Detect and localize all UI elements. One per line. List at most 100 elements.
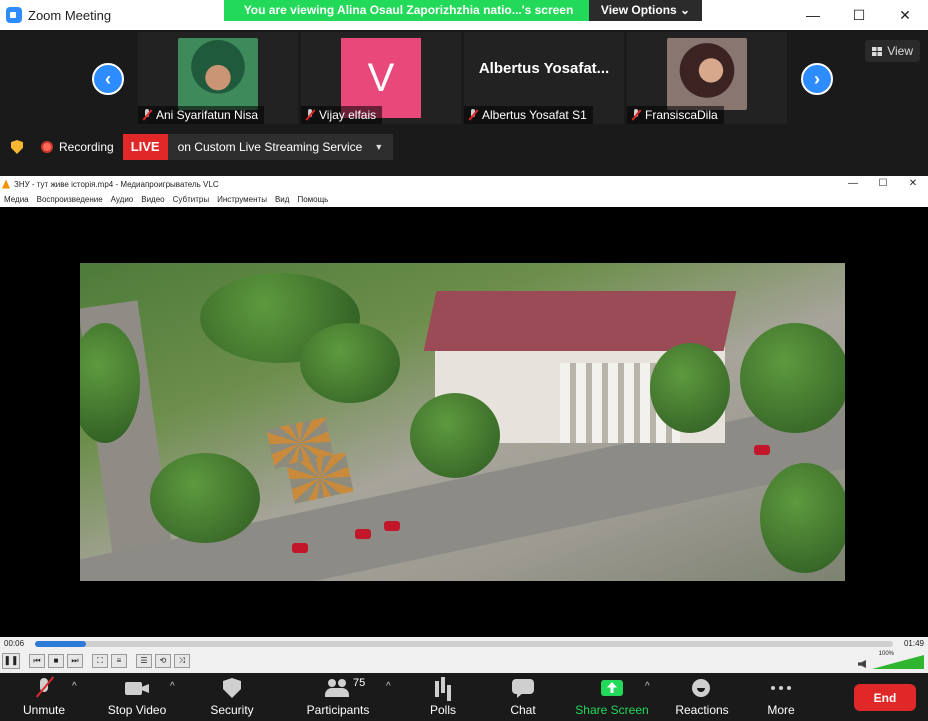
view-label: View [887, 44, 913, 58]
polls-button[interactable]: Polls [418, 675, 468, 719]
tree [740, 323, 845, 433]
vlc-title-bar: ЗНУ - тут живе історія.mp4 - Медиапроигр… [0, 176, 928, 192]
share-screen-label: Share Screen [575, 703, 649, 717]
vlc-close-button[interactable]: ✕ [898, 176, 928, 192]
participants-button[interactable]: 75 Participants [302, 675, 374, 719]
volume-control[interactable]: 100% [858, 651, 924, 671]
elapsed-time: 00:06 [4, 639, 25, 648]
loop-button[interactable]: ⟲ [155, 654, 171, 668]
participant-tile[interactable]: V Vijay elfais [301, 32, 461, 124]
video-options-caret-icon[interactable]: ^ [170, 681, 175, 692]
participant-name: Vijay elfais [319, 108, 377, 122]
car [754, 445, 770, 455]
view-button[interactable]: View [865, 40, 920, 62]
next-button[interactable]: ⏭ [67, 654, 83, 668]
pause-button[interactable]: ❚❚ [2, 653, 20, 669]
vlc-menu-bar: Медиа Воспроизведение Аудио Видео Субтит… [0, 192, 928, 207]
share-screen-icon [598, 677, 626, 699]
live-badge: LIVE [122, 134, 168, 160]
participant-name-bar: FransiscaDila [627, 106, 724, 124]
speaker-icon[interactable] [858, 660, 866, 668]
participant-name-bar: Albertus Yosafat S1 [464, 106, 593, 124]
microphone-muted-icon [468, 109, 478, 121]
caret-down-icon: ▼ [374, 142, 384, 152]
unmute-label: Unmute [22, 703, 66, 717]
vlc-minimize-button[interactable]: — [838, 176, 868, 192]
recording-label[interactable]: Recording [59, 140, 114, 154]
extended-settings-button[interactable]: ≡ [111, 654, 127, 668]
vlc-menu-item[interactable]: Инструменты [213, 195, 271, 204]
fullscreen-button[interactable]: ⛶ [92, 654, 108, 668]
car [384, 521, 400, 531]
volume-slider[interactable] [872, 655, 924, 669]
playlist-button[interactable]: ☰ [136, 654, 152, 668]
zoom-meeting-window: Zoom Meeting You are viewing Alina Osaul… [0, 0, 928, 721]
seek-bar-fill [35, 641, 87, 647]
shared-screen-vlc-window: ЗНУ - тут живе історія.mp4 - Медиапроигр… [0, 176, 928, 673]
microphone-muted-icon [631, 109, 641, 121]
microphone-muted-icon [30, 677, 58, 699]
reactions-button[interactable]: Reactions [672, 675, 732, 719]
minimize-button[interactable]: — [790, 0, 836, 30]
shield-icon [218, 677, 246, 699]
vlc-restore-button[interactable]: ☐ [868, 176, 898, 192]
screen-share-banner: You are viewing Alina Osaul Zaporizhzhia… [224, 0, 702, 21]
vlc-menu-item[interactable]: Помощь [293, 195, 332, 204]
vlc-menu-item[interactable]: Видео [137, 195, 168, 204]
title-bar: Zoom Meeting You are viewing Alina Osaul… [0, 0, 928, 30]
vlc-window-controls: — ☐ ✕ [838, 176, 928, 192]
close-button[interactable]: ✕ [882, 0, 928, 30]
participant-count: 75 [353, 677, 366, 689]
vlc-menu-item[interactable]: Вид [271, 195, 293, 204]
participant-display-name: Albertus Yosafat... [478, 60, 610, 77]
maximize-button[interactable]: ☐ [836, 0, 882, 30]
streaming-service-dropdown[interactable]: on Custom Live Streaming Service ▼ [167, 134, 394, 160]
polls-label: Polls [429, 703, 456, 717]
previous-page-button[interactable]: ‹ [92, 63, 124, 95]
recording-dot-icon [41, 141, 53, 153]
participant-tile[interactable]: Albertus Yosafat... Albertus Yosafat S1 [464, 32, 624, 124]
reactions-icon [688, 677, 716, 699]
tree [300, 323, 400, 403]
unmute-button[interactable]: Unmute [14, 675, 74, 719]
security-shield-icon[interactable] [11, 140, 23, 154]
vlc-video-area[interactable] [0, 207, 928, 637]
shuffle-button[interactable]: ⤨ [174, 654, 190, 668]
vlc-cone-icon [2, 179, 10, 189]
share-options-caret-icon[interactable]: ^ [645, 681, 650, 692]
security-label: Security [210, 703, 254, 717]
participant-tile[interactable]: FransiscaDila [627, 32, 787, 124]
chat-button[interactable]: Chat [498, 675, 548, 719]
participants-options-caret-icon[interactable]: ^ [386, 681, 391, 692]
previous-button[interactable]: ⏮ [29, 654, 45, 668]
chat-icon [509, 677, 537, 699]
participant-name-bar: Vijay elfais [301, 106, 383, 124]
audio-options-caret-icon[interactable]: ^ [72, 681, 77, 692]
vlc-menu-item[interactable]: Воспроизведение [33, 195, 107, 204]
tree [760, 463, 845, 573]
polls-icon [429, 677, 457, 699]
share-screen-button[interactable]: Share Screen [574, 675, 650, 719]
vlc-menu-item[interactable]: Субтитры [169, 195, 213, 204]
vlc-controls: 00:06 01:49 ❚❚ ⏮ ■ ⏭ ⛶ ≡ ☰ ⟲ ⤨ 100% [0, 637, 928, 673]
end-meeting-button[interactable]: End [854, 684, 916, 711]
volume-percent: 100% [878, 651, 894, 657]
more-button[interactable]: More [758, 675, 804, 719]
next-page-button[interactable]: › [801, 63, 833, 95]
vlc-menu-item[interactable]: Медиа [0, 195, 33, 204]
share-banner-text: You are viewing Alina Osaul Zaporizhzhia… [224, 0, 589, 21]
building-roof [423, 291, 737, 351]
participants-icon: 75 [324, 677, 365, 699]
participant-tile[interactable]: Ani Syarifatun Nisa [138, 32, 298, 124]
participant-name: Albertus Yosafat S1 [482, 108, 587, 122]
security-button[interactable]: Security [202, 675, 262, 719]
stop-button[interactable]: ■ [48, 654, 64, 668]
car [355, 529, 371, 539]
chat-label: Chat [510, 703, 536, 717]
streaming-service-label: on Custom Live Streaming Service [177, 140, 363, 154]
view-options-button[interactable]: View Options ⌄ [589, 0, 702, 21]
window-title: Zoom Meeting [28, 7, 112, 23]
seek-bar[interactable] [35, 641, 893, 647]
vlc-menu-item[interactable]: Аудио [107, 195, 138, 204]
stop-video-button[interactable]: Stop Video [102, 675, 172, 719]
